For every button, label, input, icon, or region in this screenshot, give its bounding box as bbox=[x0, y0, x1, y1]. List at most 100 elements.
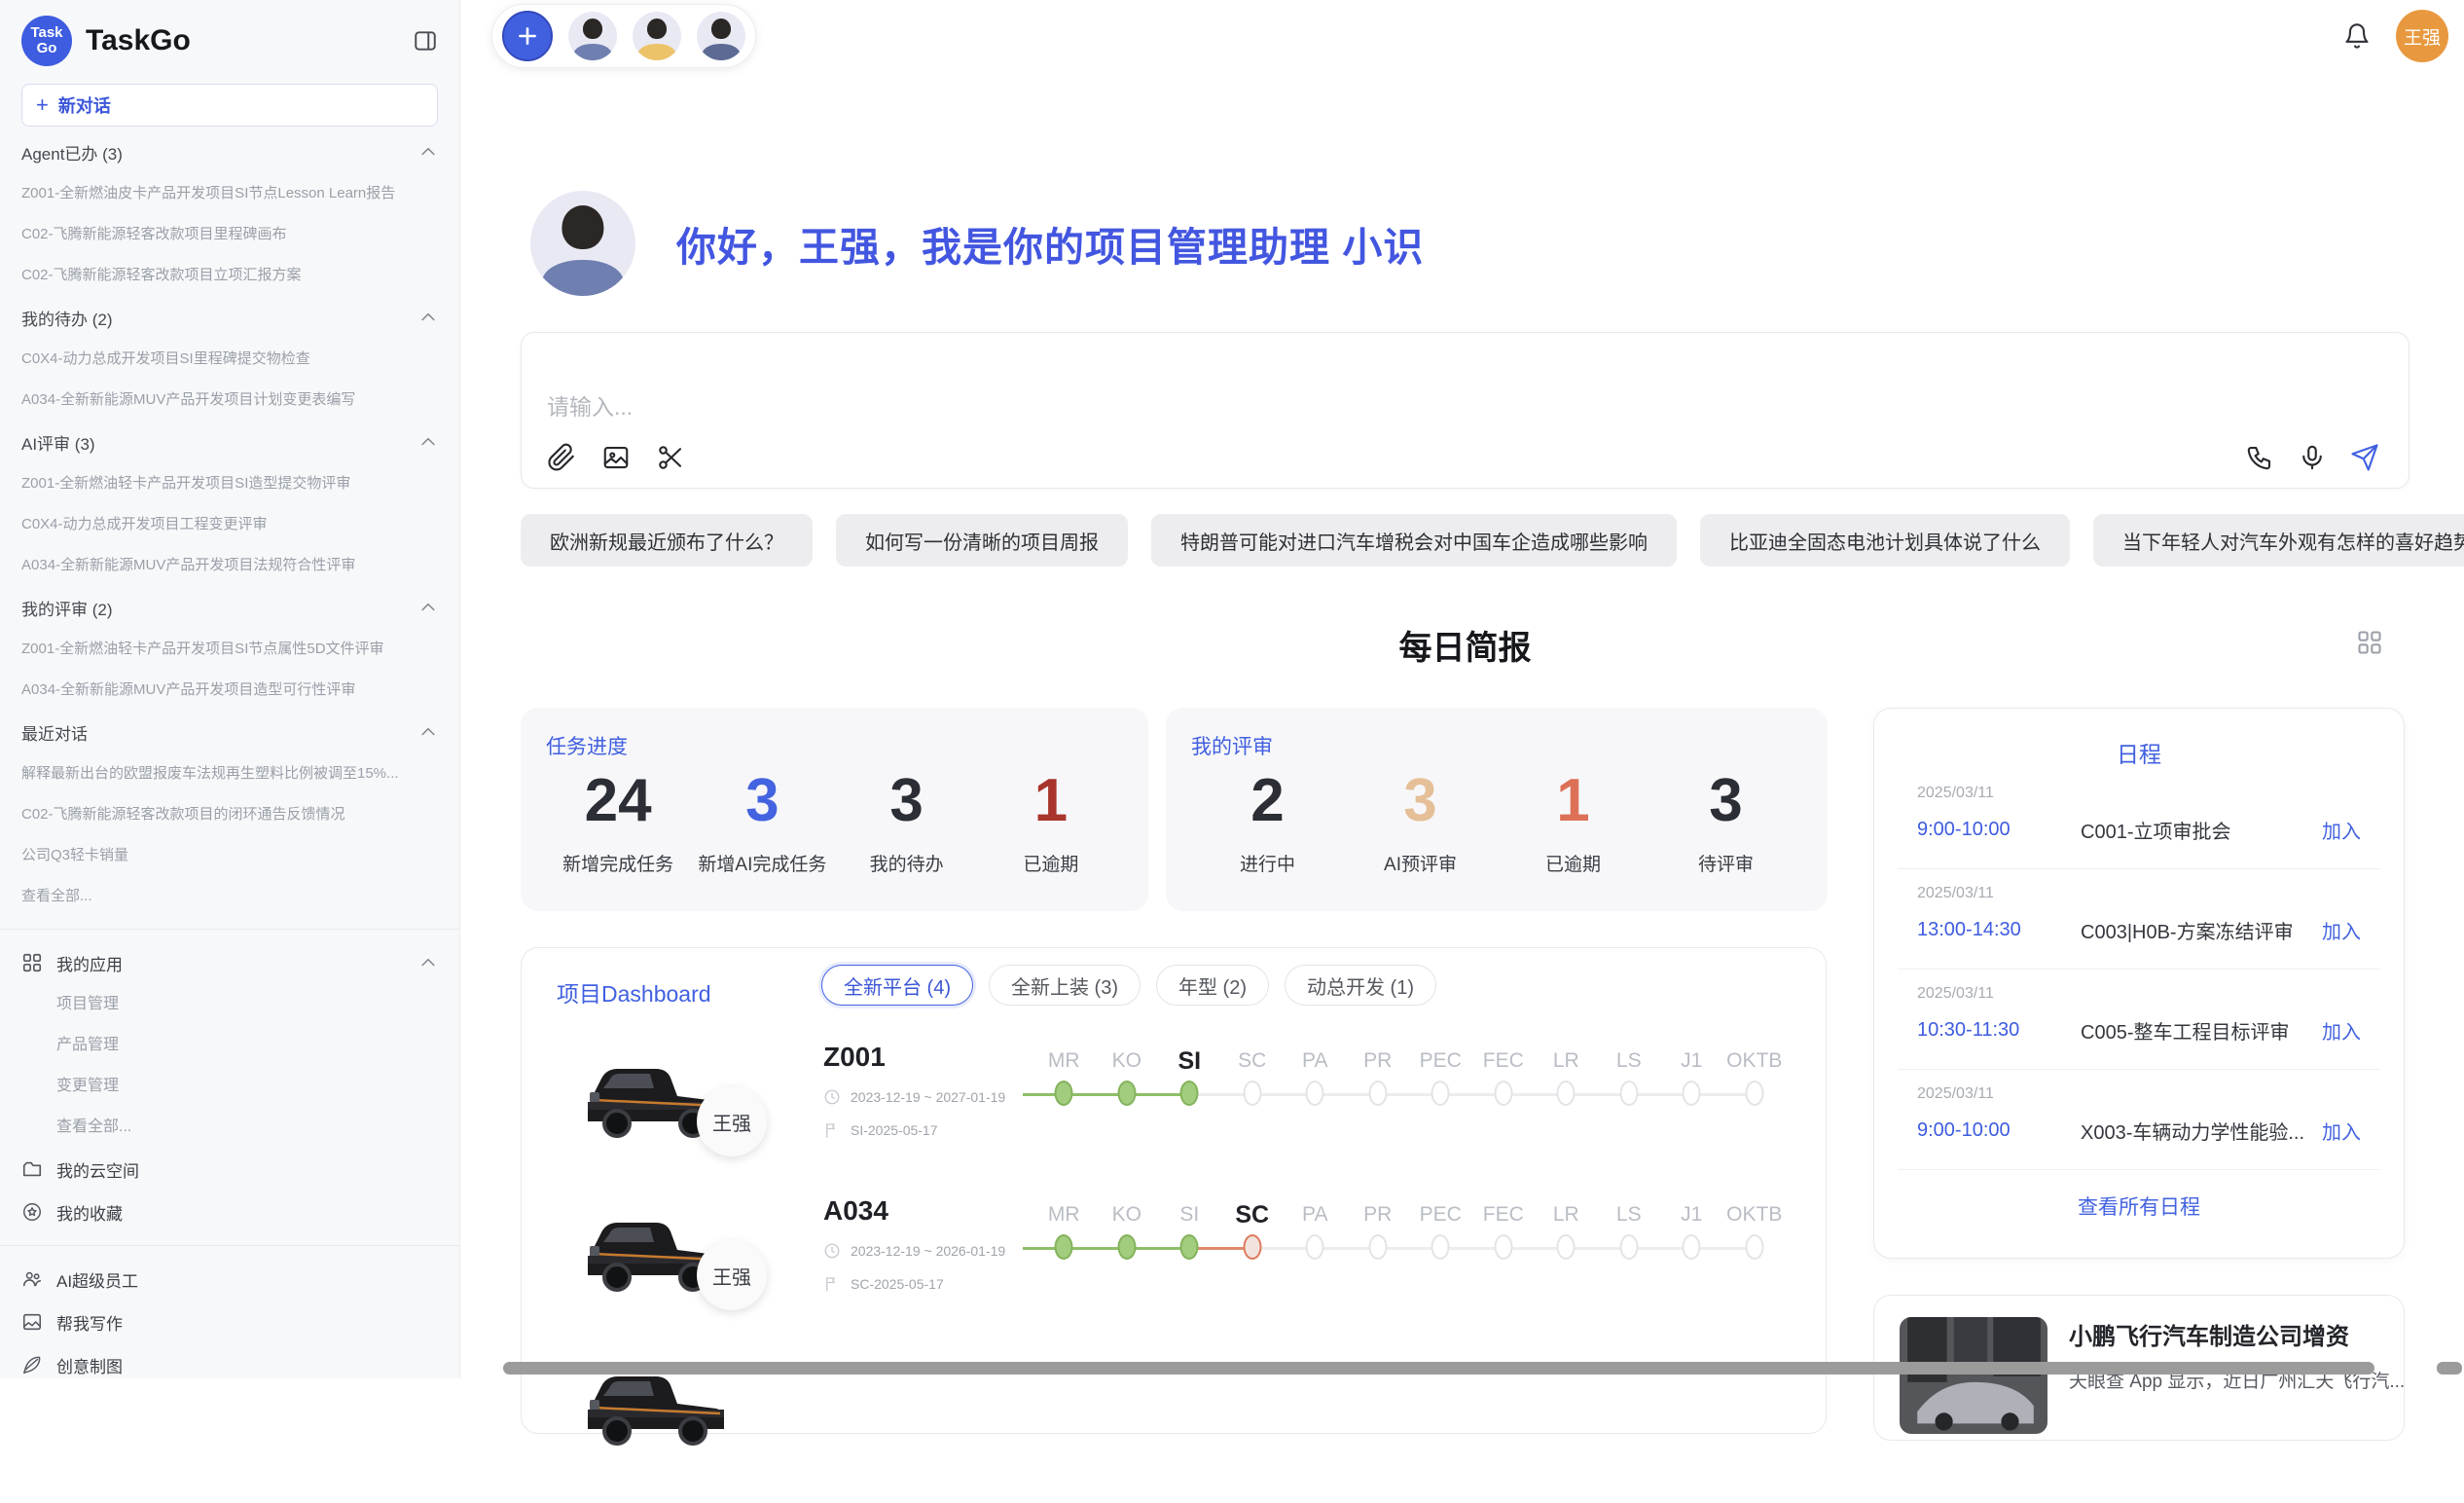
phone-call-icon[interactable] bbox=[2245, 443, 2274, 472]
session-avatar-2[interactable] bbox=[633, 12, 681, 60]
project-info: A034 2023-12-19 ~ 2026-01-19 SC-2025-05-17 bbox=[823, 1195, 1005, 1293]
milestone-dot bbox=[1619, 1234, 1638, 1260]
join-link[interactable]: 加入 bbox=[2322, 916, 2361, 944]
dashboard-tab[interactable]: 全新平台 (4) bbox=[821, 965, 973, 1006]
milestone: SC bbox=[1221, 1044, 1285, 1114]
sidebar-list-item[interactable]: Z001-全新燃油皮卡产品开发项目SI节点Lesson Learn报告 bbox=[0, 173, 459, 214]
collapse-panel-icon[interactable] bbox=[413, 28, 438, 54]
microphone-icon[interactable] bbox=[2298, 443, 2327, 472]
chevron-up-icon bbox=[418, 953, 438, 972]
section-header[interactable]: 我的评审 (2) bbox=[0, 586, 459, 629]
sidebar-list-item[interactable]: Z001-全新燃油轻卡产品开发项目SI造型提交物评审 bbox=[0, 463, 459, 504]
sidebar-list-item[interactable]: C0X4-动力总成开发项目工程变更评审 bbox=[0, 504, 459, 545]
sidebar-list-item[interactable]: C02-飞腾新能源轻客改款项目立项汇报方案 bbox=[0, 255, 459, 296]
project-dates: 2023-12-19 ~ 2026-01-19 bbox=[823, 1242, 1005, 1260]
grid-icon bbox=[21, 952, 43, 973]
schedule-date: 2025/03/11 bbox=[1917, 985, 2361, 1003]
layout-grid-icon[interactable] bbox=[2356, 629, 2383, 656]
chat-input[interactable] bbox=[545, 393, 1911, 422]
view-all-schedule-link[interactable]: 查看所有日程 bbox=[1874, 1191, 2404, 1221]
stat-item: 24新增完成任务 bbox=[546, 764, 690, 876]
milestone-label: PA bbox=[1284, 1044, 1347, 1079]
milestone-label: SI bbox=[1158, 1197, 1221, 1232]
section-header[interactable]: 我的待办 (2) bbox=[0, 296, 459, 339]
chevron-up-icon bbox=[418, 722, 438, 742]
sidebar-list-item[interactable]: C02-飞腾新能源轻客改款项目里程碑画布 bbox=[0, 214, 459, 255]
attachment-icon[interactable] bbox=[547, 443, 576, 472]
section-header[interactable]: 最近对话 bbox=[0, 711, 459, 753]
sidebar-tool-label: AI超级员工 bbox=[56, 1267, 138, 1292]
sidebar-item-my-apps[interactable]: 我的应用 bbox=[0, 941, 459, 984]
app-item[interactable]: 项目管理 bbox=[0, 984, 459, 1025]
project-code[interactable]: A034 bbox=[823, 1195, 1005, 1227]
view-all-link[interactable]: 查看全部... bbox=[0, 876, 459, 917]
stat-caption: 进行中 bbox=[1191, 850, 1344, 876]
notification-bell-icon[interactable] bbox=[2343, 22, 2371, 50]
horizontal-scrollbar-thumb[interactable] bbox=[503, 1362, 2374, 1375]
news-image bbox=[1900, 1317, 2047, 1434]
sidebar-item-folder[interactable]: 我的云空间 bbox=[0, 1148, 459, 1191]
milestone-dotline bbox=[1598, 1079, 1661, 1114]
suggestion-chip[interactable]: 如何写一份清晰的项目周报 bbox=[836, 514, 1128, 567]
input-tools-right bbox=[2245, 443, 2379, 472]
suggestion-chip[interactable]: 特朗普可能对进口汽车增税会对中国车企造成哪些影响 bbox=[1151, 514, 1677, 567]
milestone-dot bbox=[1055, 1234, 1073, 1260]
join-link[interactable]: 加入 bbox=[2322, 1117, 2361, 1145]
sidebar-list-item[interactable]: A034-全新新能源MUV产品开发项目法规符合性评审 bbox=[0, 545, 459, 586]
milestone-label: PR bbox=[1347, 1044, 1410, 1079]
feather-icon bbox=[21, 1354, 43, 1375]
stat-caption: 待评审 bbox=[1649, 850, 1802, 876]
clock-icon bbox=[823, 1242, 841, 1260]
session-avatar-3[interactable] bbox=[697, 12, 745, 60]
image-icon bbox=[21, 1311, 43, 1333]
milestone-lead-segment bbox=[1023, 1093, 1056, 1096]
project-code[interactable]: Z001 bbox=[823, 1042, 1005, 1073]
sidebar-item-star[interactable]: 我的收藏 bbox=[0, 1191, 459, 1233]
app-item[interactable]: 变更管理 bbox=[0, 1066, 459, 1107]
sidebar-list-item[interactable]: C02-飞腾新能源轻客改款项目的闭环通告反馈情况 bbox=[0, 794, 459, 835]
user-avatar[interactable]: 王强 bbox=[2396, 10, 2448, 62]
sidebar-list-item[interactable]: A034-全新新能源MUV产品开发项目造型可行性评审 bbox=[0, 670, 459, 711]
stat-caption: 新增AI完成任务 bbox=[690, 850, 834, 876]
milestone-label: J1 bbox=[1660, 1044, 1723, 1079]
suggestion-chip[interactable]: 当下年轻人对汽车外观有怎样的喜好趋势 bbox=[2093, 514, 2464, 567]
sidebar-list-item[interactable]: 解释最新出台的欧盟报废车法规再生塑料比例被调至15%... bbox=[0, 753, 459, 794]
sidebar-list-item[interactable]: A034-全新新能源MUV产品开发项目计划变更表编写 bbox=[0, 380, 459, 421]
milestone-label: PR bbox=[1347, 1197, 1410, 1232]
suggestion-chip[interactable]: 欧洲新规最近颁布了什么？ bbox=[521, 514, 813, 567]
suggestion-chip[interactable]: 比亚迪全固态电池计划具体说了什么 bbox=[1700, 514, 2070, 567]
dashboard-tab[interactable]: 动总开发 (1) bbox=[1285, 965, 1436, 1006]
project-dates-text: 2023-12-19 ~ 2026-01-19 bbox=[851, 1243, 1005, 1259]
add-session-button[interactable] bbox=[502, 11, 553, 61]
project-flag-text: SC-2025-05-17 bbox=[851, 1276, 944, 1292]
section-header[interactable]: AI评审 (3) bbox=[0, 421, 459, 463]
sidebar-list-item[interactable]: C0X4-动力总成开发项目SI里程碑提交物检查 bbox=[0, 339, 459, 380]
app-item[interactable]: 产品管理 bbox=[0, 1025, 459, 1066]
join-link[interactable]: 加入 bbox=[2322, 1016, 2361, 1045]
sidebar-tool-feather[interactable]: 创意制图 bbox=[0, 1343, 459, 1378]
image-upload-icon[interactable] bbox=[601, 443, 631, 472]
vertical-scrollbar-thumb[interactable] bbox=[2437, 1362, 2462, 1375]
milestone-label: LS bbox=[1598, 1044, 1661, 1079]
dashboard-tab[interactable]: 全新上装 (3) bbox=[989, 965, 1141, 1006]
people-icon bbox=[21, 1268, 43, 1290]
join-link[interactable]: 加入 bbox=[2322, 816, 2361, 844]
scissors-icon[interactable] bbox=[656, 443, 685, 472]
milestone-dotline bbox=[1096, 1232, 1159, 1267]
new-chat-button[interactable]: + 新对话 bbox=[21, 84, 438, 127]
send-icon[interactable] bbox=[2350, 443, 2379, 472]
dashboard-tab[interactable]: 年型 (2) bbox=[1156, 965, 1269, 1006]
schedule-item-main: 9:00-10:00C001-立项审批会加入 bbox=[1917, 816, 2361, 844]
section-header[interactable]: Agent已办 (3) bbox=[0, 130, 459, 173]
sidebar-tool-label: 创意制图 bbox=[56, 1353, 123, 1377]
sidebar-list-item[interactable]: Z001-全新燃油轻卡产品开发项目SI节点属性5D文件评审 bbox=[0, 629, 459, 670]
project-row: 王强A0342023-12-19 ~ 2026-01-19SC-2025-05-… bbox=[553, 1195, 1794, 1349]
sidebar-tool-people[interactable]: AI超级员工 bbox=[0, 1258, 459, 1301]
stat-card-label: 我的评审 bbox=[1191, 731, 1802, 760]
sidebar-divider bbox=[0, 929, 459, 930]
sidebar-list-item[interactable]: 公司Q3轻卡销量 bbox=[0, 835, 459, 876]
view-all-link[interactable]: 查看全部... bbox=[0, 1107, 459, 1148]
session-avatar-1[interactable] bbox=[568, 12, 617, 60]
plus-icon: + bbox=[36, 92, 49, 118]
sidebar-tool-image[interactable]: 帮我写作 bbox=[0, 1301, 459, 1343]
